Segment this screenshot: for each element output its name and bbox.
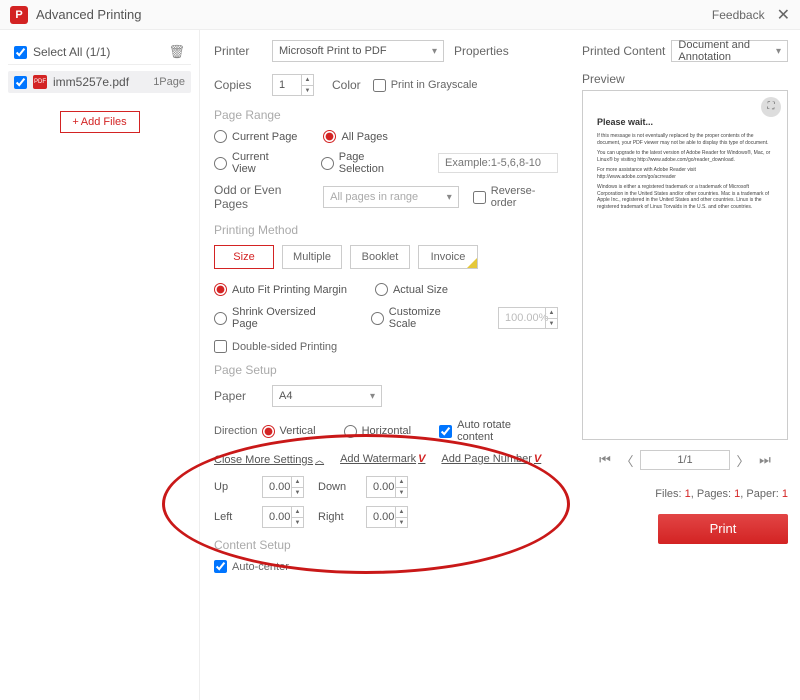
add-files-button[interactable]: + Add Files	[60, 111, 140, 133]
checkmark-icon: V	[534, 453, 541, 465]
direction-label: Direction	[214, 425, 262, 437]
file-name: imm5257e.pdf	[53, 75, 153, 89]
preview-panel: ⛶ Please wait... If this message is not …	[582, 90, 788, 440]
print-button[interactable]: Print	[658, 514, 788, 544]
margin-right-stepper[interactable]: 0.00▲▼	[366, 506, 408, 528]
spin-up-icon[interactable]: ▲	[302, 75, 313, 86]
spin-down-icon[interactable]: ▼	[302, 86, 313, 96]
margin-up-stepper[interactable]: 0.00▲▼	[262, 476, 304, 498]
printer-label: Printer	[214, 44, 272, 58]
close-more-settings-link[interactable]: Close More Settings︿	[214, 453, 324, 466]
pager-next-icon[interactable]: 〉	[734, 451, 752, 470]
preview-text: You can upgrade to the latest version of…	[597, 150, 773, 163]
expand-icon[interactable]: ⛶	[761, 97, 781, 117]
file-pagecount: 1Page	[153, 76, 185, 88]
paper-select[interactable]: A4▾	[272, 385, 382, 407]
printed-content-select[interactable]: Document and Annotation▾	[671, 40, 788, 62]
auto-center-option[interactable]: Auto-center	[214, 560, 558, 573]
select-all-checkbox[interactable]	[14, 46, 27, 59]
page-selection-option[interactable]: Page Selection	[321, 151, 412, 175]
odd-even-label: Odd or Even Pages	[214, 183, 315, 211]
printing-method-title: Printing Method	[214, 223, 558, 237]
file-checkbox[interactable]	[14, 76, 27, 89]
all-pages-option[interactable]: All Pages	[323, 130, 387, 143]
preview-text: If this message is not eventually replac…	[597, 133, 773, 146]
copies-stepper[interactable]: 1 ▲▼	[272, 74, 314, 96]
printed-content-label: Printed Content	[582, 44, 665, 58]
odd-even-select[interactable]: All pages in range▾	[323, 186, 459, 208]
page-indicator[interactable]: 1/1	[640, 450, 730, 470]
page-range-title: Page Range	[214, 108, 558, 122]
file-row[interactable]: PDF imm5257e.pdf 1Page	[8, 71, 191, 93]
reverse-order-option[interactable]: Reverse-order	[473, 185, 558, 209]
actual-size-option[interactable]: Actual Size	[375, 283, 448, 296]
reverse-checkbox[interactable]	[473, 191, 486, 204]
preview-wait-title: Please wait...	[597, 117, 773, 127]
method-multiple-button[interactable]: Multiple	[282, 245, 342, 269]
auto-rotate-checkbox[interactable]	[439, 425, 452, 438]
margin-up-label: Up	[214, 481, 248, 493]
margin-down-stepper[interactable]: 0.00▲▼	[366, 476, 408, 498]
page-setup-title: Page Setup	[214, 363, 558, 377]
margin-left-stepper[interactable]: 0.00▲▼	[262, 506, 304, 528]
add-files-label: Add Files	[81, 116, 127, 128]
horizontal-option[interactable]: Horizontal	[344, 425, 412, 438]
grayscale-checkbox[interactable]	[373, 79, 386, 92]
pager-first-icon[interactable]: ⏮	[596, 452, 614, 468]
trash-icon[interactable]: 🗑	[168, 44, 185, 60]
margin-right-label: Right	[318, 511, 352, 523]
double-sided-checkbox[interactable]	[214, 340, 227, 353]
color-label: Color	[332, 78, 361, 92]
add-watermark-link[interactable]: Add WatermarkV	[340, 453, 425, 466]
method-size-button[interactable]: Size	[214, 245, 274, 269]
grayscale-label: Print in Grayscale	[391, 79, 478, 91]
caret-icon: ▾	[432, 46, 437, 57]
preview-label: Preview	[582, 72, 788, 86]
copies-value: 1	[279, 79, 285, 91]
page-selection-input[interactable]	[438, 153, 558, 173]
checkmark-icon: V	[418, 453, 425, 465]
auto-center-checkbox[interactable]	[214, 560, 227, 573]
custom-scale-stepper[interactable]: 100.00% ▲▼	[498, 307, 558, 329]
margin-down-label: Down	[318, 481, 352, 493]
pager-last-icon[interactable]: ⏭	[756, 452, 774, 468]
select-all-label: Select All (1/1)	[33, 45, 168, 59]
shrink-option[interactable]: Shrink Oversized Page	[214, 306, 343, 330]
vertical-option[interactable]: Vertical	[262, 425, 316, 438]
method-invoice-button[interactable]: Invoice	[418, 245, 478, 269]
paper-label: Paper	[214, 389, 272, 403]
preview-text: For more assistance with Adobe Reader vi…	[597, 167, 773, 180]
auto-fit-option[interactable]: Auto Fit Printing Margin	[214, 283, 347, 296]
feedback-link[interactable]: Feedback	[712, 8, 765, 22]
content-setup-title: Content Setup	[214, 538, 558, 552]
auto-rotate-option[interactable]: Auto rotate content	[439, 419, 530, 443]
margin-left-label: Left	[214, 511, 248, 523]
window-title: Advanced Printing	[36, 7, 712, 22]
printer-select[interactable]: Microsoft Print to PDF ▾	[272, 40, 444, 62]
app-logo: P	[10, 6, 28, 24]
chevron-up-icon: ︿	[315, 455, 324, 465]
current-page-option[interactable]: Current Page	[214, 130, 297, 143]
printer-value: Microsoft Print to PDF	[279, 45, 387, 57]
double-sided-option[interactable]: Double-sided Printing	[214, 340, 558, 353]
preview-text: Windows is either a registered trademark…	[597, 184, 773, 210]
add-page-number-link[interactable]: Add Page NumberV	[441, 453, 541, 466]
custom-scale-option[interactable]: Customize Scale	[371, 306, 470, 330]
properties-link[interactable]: Properties	[454, 44, 509, 58]
plus-icon: +	[72, 116, 78, 128]
method-booklet-button[interactable]: Booklet	[350, 245, 410, 269]
pdf-icon: PDF	[33, 75, 47, 89]
file-info: Files: 1, Pages: 1, Paper: 1	[582, 488, 788, 500]
copies-label: Copies	[214, 78, 272, 92]
current-view-option[interactable]: Current View	[214, 151, 295, 175]
close-icon[interactable]: ✕	[777, 5, 790, 25]
pager-prev-icon[interactable]: 〈	[618, 451, 636, 470]
grayscale-option[interactable]: Print in Grayscale	[373, 79, 478, 92]
